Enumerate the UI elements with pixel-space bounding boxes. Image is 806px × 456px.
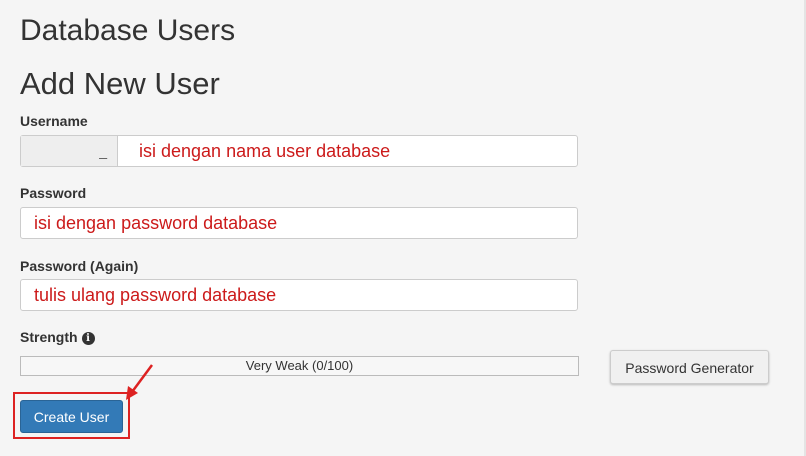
strength-meter-text: Very Weak (0/100) bbox=[245, 358, 354, 373]
password-again-input[interactable]: tulis ulang password database bbox=[20, 279, 578, 311]
username-label: Username bbox=[20, 113, 88, 129]
username-input[interactable]: _ isi dengan nama user database bbox=[20, 135, 578, 167]
create-user-button[interactable]: Create User bbox=[20, 400, 123, 433]
annotation-arrow-icon bbox=[126, 364, 154, 400]
strength-label: Strength bbox=[20, 329, 78, 345]
password-hint: isi dengan password database bbox=[34, 213, 278, 233]
password-again-label: Password (Again) bbox=[20, 258, 139, 274]
info-circle-icon[interactable]: i bbox=[81, 332, 95, 345]
form-title: Add New User bbox=[20, 66, 220, 101]
strength-label-row: Strength i bbox=[20, 329, 95, 345]
strength-meter: Very Weak (0/100) bbox=[20, 356, 579, 376]
password-label: Password bbox=[20, 185, 87, 201]
username-prefix: _ bbox=[21, 136, 118, 166]
section-title: Database Users bbox=[20, 14, 236, 47]
username-hint: isi dengan nama user database bbox=[139, 141, 391, 161]
password-input[interactable]: isi dengan password database bbox=[20, 207, 578, 239]
password-again-hint: tulis ulang password database bbox=[34, 285, 277, 305]
password-generator-button[interactable]: Password Generator bbox=[610, 350, 769, 384]
